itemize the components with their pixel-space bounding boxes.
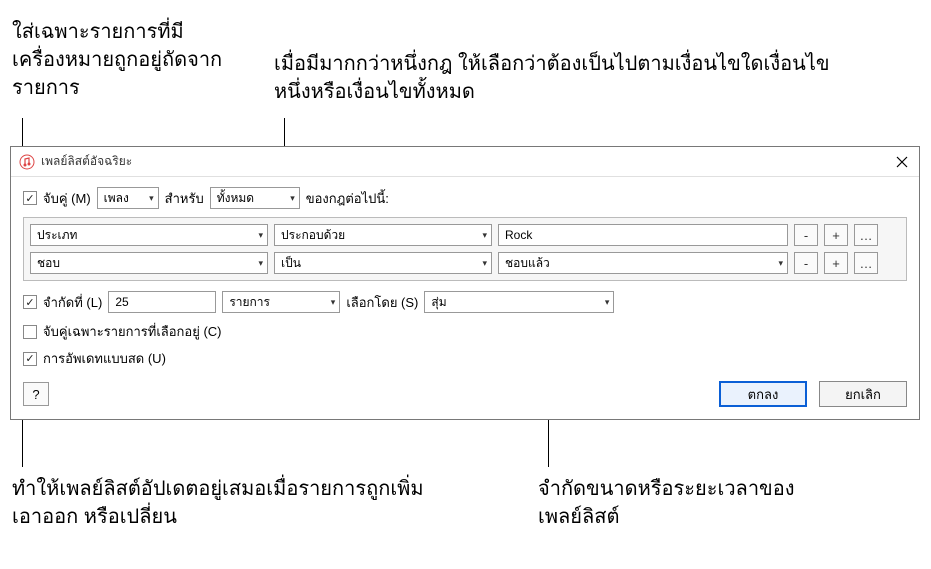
media-type-value: เพลง [104, 189, 129, 208]
dialog-body: จับคู่ (M) เพลง ▾ สำหรับ ทั้งหมด ▾ ของกฎ… [11, 177, 919, 419]
media-type-select[interactable]: เพลง ▾ [97, 187, 159, 209]
match-checkbox[interactable] [23, 191, 37, 205]
titlebar: เพลย์ลิสต์อัจฉริยะ [11, 147, 919, 177]
rule-field-select[interactable]: ชอบ ▾ [30, 252, 268, 274]
limit-row: จำกัดที่ (L) 25 รายการ ▾ เลือกโดย (S) สุ… [23, 291, 907, 313]
chevron-down-icon: ▾ [482, 230, 487, 241]
chevron-down-icon: ▾ [482, 258, 487, 269]
annotation-top-left: ใส่เฉพาะรายการที่มีเครื่องหมายถูกอยู่ถัด… [12, 18, 252, 102]
match-label: จับคู่ (M) [43, 188, 91, 209]
remove-rule-button[interactable]: - [794, 252, 818, 274]
footer-buttons: ตกลง ยกเลิก [719, 381, 907, 407]
smart-playlist-dialog: เพลย์ลิสต์อัจฉริยะ จับคู่ (M) เพลง ▾ สำห… [10, 146, 920, 420]
chevron-down-icon: ▾ [778, 258, 783, 269]
chevron-down-icon: ▾ [605, 297, 610, 308]
annotation-bottom-right: จำกัดขนาดหรือระยะเวลาของเพลย์ลิสต์ [538, 475, 818, 531]
rule-field-value: ประเภท [37, 226, 77, 245]
remove-rule-button[interactable]: - [794, 224, 818, 246]
limit-value-input[interactable]: 25 [108, 291, 216, 313]
selected-by-select[interactable]: สุ่ม ▾ [424, 291, 614, 313]
add-rule-button[interactable]: + [824, 224, 848, 246]
live-update-label: การอัพเดทแบบสด (U) [43, 348, 166, 369]
chevron-down-icon: ▾ [149, 193, 154, 204]
live-update-row: การอัพเดทแบบสด (U) [23, 348, 907, 369]
dialog-footer: ? ตกลง ยกเลิก [23, 381, 907, 407]
chevron-down-icon: ▾ [258, 230, 263, 241]
rule-field-select[interactable]: ประเภท ▾ [30, 224, 268, 246]
rule-field-value: ชอบ [37, 254, 60, 273]
live-update-checkbox[interactable] [23, 352, 37, 366]
more-rule-button[interactable]: … [854, 224, 878, 246]
more-rule-button[interactable]: … [854, 252, 878, 274]
for-label: สำหรับ [165, 188, 204, 209]
match-checked-label: จับคู่เฉพาะรายการที่เลือกอยู่ (C) [43, 321, 222, 342]
match-row: จับคู่ (M) เพลง ▾ สำหรับ ทั้งหมด ▾ ของกฎ… [23, 187, 907, 209]
limit-checkbox[interactable] [23, 295, 37, 309]
cancel-button[interactable]: ยกเลิก [819, 381, 907, 407]
rule-op-value: ประกอบด้วย [281, 226, 345, 245]
rule-op-select[interactable]: เป็น ▾ [274, 252, 492, 274]
match-checked-row: จับคู่เฉพาะรายการที่เลือกอยู่ (C) [23, 321, 907, 342]
rule-op-select[interactable]: ประกอบด้วย ▾ [274, 224, 492, 246]
app-icon [19, 154, 35, 170]
rule-row: ชอบ ▾ เป็น ▾ ชอบแล้ว ▾ - + … [30, 252, 900, 274]
rule-row: ประเภท ▾ ประกอบด้วย ▾ Rock - + … [30, 224, 900, 246]
add-rule-button[interactable]: + [824, 252, 848, 274]
help-button[interactable]: ? [23, 382, 49, 406]
limit-unit-value: รายการ [229, 293, 270, 312]
rule-op-value: เป็น [281, 254, 301, 273]
dialog-title: เพลย์ลิสต์อัจฉริยะ [41, 152, 132, 171]
scope-value: ทั้งหมด [217, 189, 254, 208]
close-icon [896, 156, 908, 168]
ok-button[interactable]: ตกลง [719, 381, 807, 407]
rule-value-text: Rock [505, 228, 532, 242]
chevron-down-icon: ▾ [331, 297, 336, 308]
rule-value-input[interactable]: Rock [498, 224, 788, 246]
chevron-down-icon: ▾ [290, 193, 295, 204]
rule-value-select[interactable]: ชอบแล้ว ▾ [498, 252, 788, 274]
rules-suffix-label: ของกฎต่อไปนี้: [306, 188, 389, 209]
rule-value-text: ชอบแล้ว [505, 254, 550, 273]
callout-line [22, 412, 23, 467]
annotation-bottom-left: ทำให้เพลย์ลิสต์อัปเดตอยู่เสมอเมื่อรายการ… [12, 475, 442, 531]
selected-by-value: สุ่ม [431, 293, 446, 312]
annotation-top-right: เมื่อมีมากกว่าหนึ่งกฎ ให้เลือกว่าต้องเป็… [274, 50, 834, 106]
limit-value-text: 25 [115, 295, 128, 309]
rules-block: ประเภท ▾ ประกอบด้วย ▾ Rock - + … ชอบ ▾ [23, 217, 907, 281]
limit-unit-select[interactable]: รายการ ▾ [222, 291, 340, 313]
match-checked-checkbox[interactable] [23, 325, 37, 339]
chevron-down-icon: ▾ [258, 258, 263, 269]
scope-select[interactable]: ทั้งหมด ▾ [210, 187, 300, 209]
selected-by-label: เลือกโดย (S) [346, 292, 418, 313]
close-button[interactable] [891, 151, 913, 173]
limit-label: จำกัดที่ (L) [43, 292, 102, 313]
